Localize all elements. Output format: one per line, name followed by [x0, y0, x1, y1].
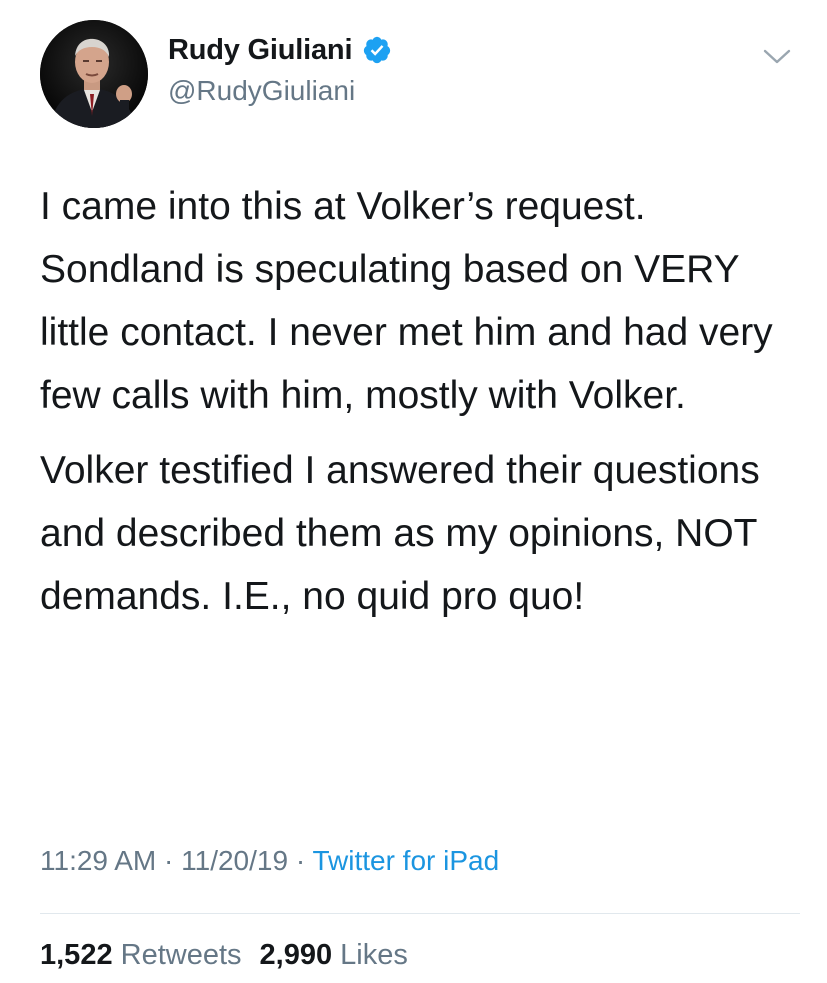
tweet-paragraph: I came into this at Volker’s request. So…: [40, 185, 773, 417]
likes-count: 2,990: [259, 939, 333, 971]
tweet-date[interactable]: 11/20/19: [181, 845, 288, 876]
tweet-paragraph: Volker testified I answered their questi…: [40, 449, 760, 618]
retweets-stat[interactable]: 1,522 Retweets: [40, 939, 242, 971]
retweets-label: Retweets: [120, 939, 242, 971]
meta-separator: ·: [288, 845, 313, 876]
likes-stat[interactable]: 2,990 Likes: [260, 939, 408, 971]
chevron-down-icon[interactable]: [760, 44, 794, 68]
verified-badge-icon: [362, 35, 392, 65]
likes-label: Likes: [340, 939, 408, 971]
display-name[interactable]: Rudy Giuliani: [168, 34, 353, 67]
tweet-time[interactable]: 11:29 AM: [40, 845, 156, 876]
profile-photo: [40, 20, 148, 128]
tweet-source-link[interactable]: Twitter for iPad: [312, 845, 499, 876]
tweet-text: I came into this at Volker’s request. So…: [40, 175, 800, 628]
meta-separator: ·: [156, 845, 182, 876]
retweets-count: 1,522: [40, 939, 113, 971]
tweet-stats: 1,522 Retweets 2,990 Likes: [40, 939, 426, 972]
tweet-card: Rudy Giuliani @RudyGiuliani I came into …: [0, 0, 827, 983]
tweet-meta: 11:29 AM · 11/20/19 · Twitter for iPad: [40, 845, 499, 877]
avatar[interactable]: [40, 20, 148, 128]
divider: [40, 913, 800, 914]
author-handle[interactable]: @RudyGiuliani: [168, 75, 355, 107]
author-name-row[interactable]: Rudy Giuliani: [168, 33, 392, 67]
